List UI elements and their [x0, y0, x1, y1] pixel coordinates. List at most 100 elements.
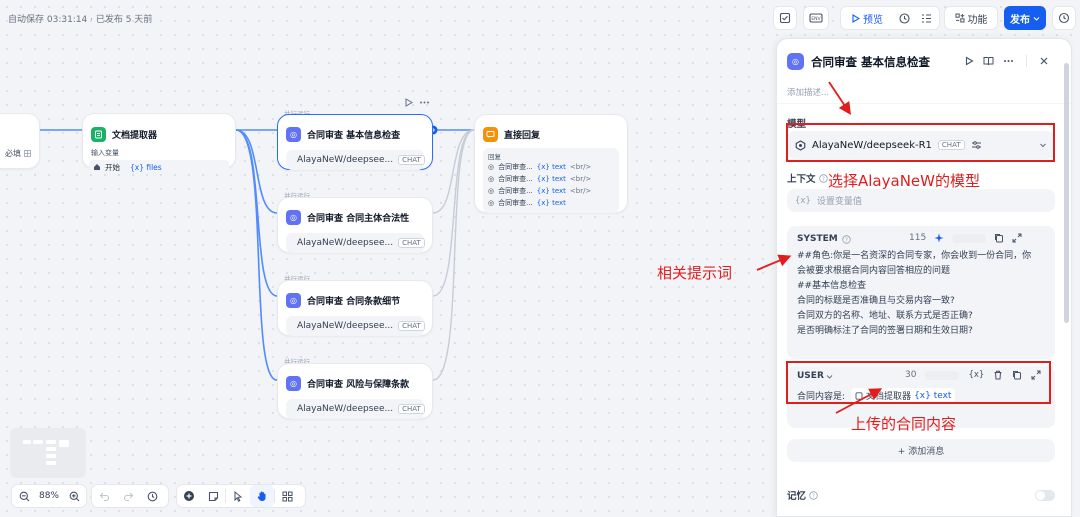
llm-icon: ◎ — [286, 126, 301, 142]
add-node-button[interactable] — [177, 485, 201, 507]
redo-icon — [123, 492, 133, 501]
expand-icon[interactable] — [1012, 233, 1022, 243]
answer-row-suffix: <br/> — [569, 163, 592, 171]
doc-extractor-node[interactable]: 文档提取器 输入变量 开始 {x} files — [82, 113, 236, 174]
version-history-button[interactable] — [1052, 6, 1076, 30]
answer-row: ◎ 合同审查... {x} text — [488, 197, 614, 209]
pointer-tool-button[interactable] — [226, 485, 250, 507]
answer-row-var: {x} text — [536, 187, 566, 195]
add-message-button[interactable]: + 添加消息 — [787, 439, 1055, 462]
required-label: 必填 — [5, 149, 21, 158]
zoom-level[interactable]: 88% — [36, 491, 62, 501]
sparkle-icon[interactable] — [934, 233, 944, 243]
context-placeholder: 设置变量值 — [816, 197, 862, 207]
memory-label: 记忆 — [787, 491, 807, 502]
direct-answer-node[interactable]: 直接回复 回复 ◎ 合同审查... {x} text <br/> ◎ 合同审查.… — [474, 114, 628, 213]
memory-label-row: 记忆 ? — [787, 488, 818, 502]
model-chip: AlayaNeW/deepsee... CHAT — [286, 233, 425, 253]
memory-toggle[interactable] — [1035, 490, 1055, 501]
model-name: AlayaNeW/deepsee... — [297, 238, 394, 248]
answer-title: 直接回复 — [504, 130, 541, 141]
model-annotation: 选择AlayaNeW的模型 — [828, 172, 980, 190]
organize-button[interactable] — [275, 485, 299, 507]
add-note-button[interactable] — [201, 485, 225, 507]
book-icon[interactable] — [983, 56, 994, 66]
description-input[interactable]: 添加描述... — [787, 86, 829, 98]
run-step-icon[interactable] — [964, 56, 974, 66]
answer-row: ◎ 合同审查... {x} text <br/> — [488, 161, 614, 173]
prompt-line: ##基本信息检查 — [797, 281, 867, 291]
llm-node-clauses[interactable]: ◎ 合同审查 合同条款细节 AlayaNeW/deepsee... CHAT — [277, 280, 433, 336]
history-run-button[interactable] — [893, 7, 915, 29]
preview-button[interactable]: 预览 — [841, 11, 883, 26]
input-var-chip: 开始 {x} files — [89, 160, 229, 174]
zoom-bar: 88% — [11, 484, 87, 508]
run-node-icon[interactable] — [404, 98, 413, 107]
svg-text:?: ? — [822, 176, 825, 182]
model-chip: AlayaNeW/deepsee... CHAT — [286, 316, 425, 336]
context-variable-select[interactable]: {x} 设置变量值 — [787, 189, 1055, 212]
answer-row-source: 合同审查... — [498, 175, 533, 183]
history-icon — [1058, 12, 1070, 24]
context-label: 上下文 — [787, 174, 816, 185]
more-icon[interactable] — [419, 98, 430, 107]
panel-actions — [964, 55, 1049, 67]
publish-button[interactable]: 发布 — [1004, 6, 1046, 30]
chat-tag: CHAT — [398, 404, 425, 414]
system-label: SYSTEM — [797, 234, 838, 244]
answer-row: ◎ 合同审查... {x} text <br/> — [488, 185, 614, 197]
answer-row: ◎ 合同审查... {x} text <br/> — [488, 173, 614, 185]
minimap[interactable] — [10, 428, 86, 478]
files-var: {x} files — [130, 162, 162, 172]
env-button[interactable]: ENV — [803, 6, 829, 30]
zoom-out-button[interactable] — [12, 485, 36, 507]
home-icon — [94, 164, 100, 170]
llm-icon: ◎ — [488, 187, 495, 195]
features-icon — [955, 13, 965, 23]
prompt-annotation: 相关提示词 — [657, 264, 733, 282]
start-node-partial[interactable]: 必填 — [0, 113, 40, 169]
system-prompt-editor[interactable]: SYSTEM ? 115 ##角色:你是一名资深的合同专家，你会收到一份合同，你… — [787, 226, 1055, 359]
close-icon[interactable] — [1039, 56, 1049, 66]
chevron-down-icon — [1033, 16, 1040, 21]
hand-tool-button[interactable] — [250, 485, 274, 507]
llm-node-title: 合同审查 合同条款细节 — [307, 296, 401, 307]
context-label-row: 上下文 ? — [787, 171, 828, 185]
zoom-out-icon — [19, 491, 29, 501]
features-button[interactable]: 功能 — [944, 6, 998, 30]
checklist-button[interactable] — [773, 6, 797, 30]
llm-node-basic-info[interactable]: ◎ 合同审查 基本信息检查 AlayaNeW/deepsee... CHAT — [277, 114, 433, 170]
panel-header: ◎ 合同审查 基本信息检查 — [787, 53, 930, 70]
system-prompt-text: ##角色:你是一名资深的合同专家，你会收到一份合同，你 会被要求根据合同内容回答… — [797, 249, 1031, 339]
llm-node-title: 合同审查 合同主体合法性 — [307, 213, 410, 224]
jinja-toggle[interactable] — [952, 233, 987, 243]
layout-icon — [282, 491, 292, 501]
llm-icon: ◎ — [488, 199, 495, 207]
panel-title[interactable]: 合同审查 基本信息检查 — [811, 54, 930, 70]
panel-scrollbar[interactable] — [1064, 63, 1069, 323]
zoom-in-button[interactable] — [62, 485, 86, 507]
list-icon — [921, 13, 931, 23]
answer-row-var: {x} text — [536, 175, 566, 183]
llm-icon: ◎ — [286, 375, 301, 391]
help-icon: ? — [809, 490, 818, 500]
llm-node-risk[interactable]: ◎ 合同审查 风险与保障条款 AlayaNeW/deepsee... CHAT — [277, 363, 433, 419]
llm-node-title: 合同审查 风险与保障条款 — [307, 379, 410, 390]
change-history-button[interactable] — [140, 485, 164, 507]
zoom-in-icon — [69, 491, 79, 501]
more-icon[interactable] — [1003, 56, 1014, 66]
model-name: AlayaNeW/deepsee... — [297, 404, 394, 414]
undo-button[interactable] — [92, 485, 116, 507]
start-label: 开始 — [105, 162, 120, 172]
copy-icon[interactable] — [994, 233, 1004, 243]
llm-node-legality[interactable]: ◎ 合同审查 合同主体合法性 AlayaNeW/deepsee... CHAT — [277, 197, 433, 253]
variable-icon: {x} — [795, 195, 811, 206]
model-chip: AlayaNeW/deepsee... CHAT — [286, 399, 425, 419]
llm-icon: ◎ — [286, 292, 301, 308]
answer-icon — [483, 126, 498, 142]
hand-icon — [257, 491, 266, 501]
checklist-icon — [779, 12, 791, 24]
play-icon — [852, 13, 860, 23]
redo-button[interactable] — [116, 485, 140, 507]
checklist-toggle-button[interactable] — [915, 7, 937, 29]
